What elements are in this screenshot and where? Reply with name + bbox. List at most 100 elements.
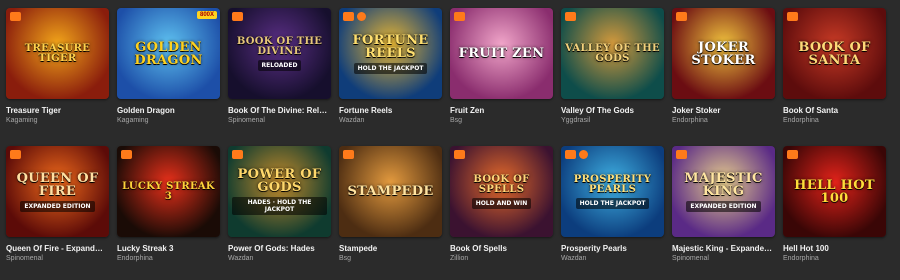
game-thumbnail[interactable]: Book of Santa [783, 8, 886, 99]
game-title[interactable]: Majestic King - Expande… [672, 244, 775, 253]
game-title[interactable]: Golden Dragon [117, 106, 220, 115]
new-badge [565, 150, 576, 159]
game-title[interactable]: Power Of Gods: Hades [228, 244, 331, 253]
game-logo-title: Book of Spells [473, 173, 530, 195]
new-badge [565, 12, 576, 21]
game-card[interactable]: Book of Spells Hold and Win Book Of Spells… [450, 146, 553, 274]
new-badge [232, 150, 243, 159]
game-logo: Stampede [339, 146, 442, 237]
game-title[interactable]: Book Of The Divine: Rel… [228, 106, 331, 115]
game-logo-title: Golden Dragon [134, 39, 203, 68]
game-thumbnail[interactable]: Stampede [339, 146, 442, 237]
game-card[interactable]: Joker Stoker Joker Stoker Endorphina [672, 8, 775, 136]
game-card[interactable]: Fruit Zen Fruit Zen Bsg [450, 8, 553, 136]
game-thumbnail[interactable]: Majestic King Expanded Edition [672, 146, 775, 237]
game-title[interactable]: Joker Stoker [672, 106, 775, 115]
game-logo-title: Majestic King [684, 170, 763, 199]
game-logo-subtitle: Expanded Edition [20, 200, 95, 212]
game-thumbnail[interactable]: Fruit Zen [450, 8, 553, 99]
badge-group [232, 150, 243, 159]
game-logo-title: Valley of the Gods [565, 42, 660, 64]
game-card[interactable]: Power of Gods Hades · Hold the Jackpot Pow… [228, 146, 331, 274]
game-thumbnail[interactable]: Lucky Streak 3 [117, 146, 220, 237]
game-title[interactable]: Book Of Spells [450, 244, 553, 253]
game-card[interactable]: Lucky Streak 3 Lucky Streak 3 Endorphina [117, 146, 220, 274]
game-card[interactable]: Majestic King Expanded Edition Majestic Ki… [672, 146, 775, 274]
game-logo-title: Prosperity Pearls [573, 173, 652, 195]
game-thumbnail[interactable]: Hell Hot 100 [783, 146, 886, 237]
game-title[interactable]: Book Of Santa [783, 106, 886, 115]
game-card[interactable]: Valley of the Gods Valley Of The Gods Yggd… [561, 8, 664, 136]
badge-group [343, 150, 354, 159]
hot-badge-icon [579, 150, 588, 159]
game-logo-title: Lucky Streak 3 [122, 180, 215, 202]
game-card[interactable]: Prosperity Pearls Hold the Jackpot Prosper… [561, 146, 664, 274]
badge-group [676, 150, 687, 159]
game-title[interactable]: Fruit Zen [450, 106, 553, 115]
game-logo: Lucky Streak 3 [117, 146, 220, 237]
game-thumbnail[interactable]: 800X Golden Dragon [117, 8, 220, 99]
game-card[interactable]: Fortune Reels Hold the Jackpot Fortune Ree… [339, 8, 442, 136]
game-logo: Golden Dragon [117, 8, 220, 99]
game-logo: Majestic King Expanded Edition [672, 146, 775, 237]
new-badge [676, 150, 687, 159]
game-title[interactable]: Queen Of Fire - Expand… [6, 244, 109, 253]
game-thumbnail[interactable]: Power of Gods Hades · Hold the Jackpot [228, 146, 331, 237]
game-thumbnail[interactable]: Valley of the Gods [561, 8, 664, 99]
game-logo-title: Power of Gods [237, 167, 322, 195]
game-provider: Bsg [339, 255, 352, 262]
game-logo: Queen of Fire Expanded Edition [6, 146, 109, 237]
game-thumbnail[interactable]: Queen of Fire Expanded Edition [6, 146, 109, 237]
game-card[interactable]: Stampede Stampede Bsg [339, 146, 442, 274]
badge-group [343, 12, 366, 21]
badge-group [232, 12, 243, 21]
game-logo: Hell Hot 100 [783, 146, 886, 237]
game-provider: Endorphina [783, 255, 819, 262]
game-thumbnail[interactable]: Prosperity Pearls Hold the Jackpot [561, 146, 664, 237]
new-badge [676, 12, 687, 21]
game-logo-subtitle: Hades · Hold the Jackpot [232, 197, 327, 215]
game-card[interactable]: Hell Hot 100 Hell Hot 100 Endorphina [783, 146, 886, 274]
game-provider: Endorphina [672, 117, 708, 124]
new-badge [343, 150, 354, 159]
games-grid: Treasure Tiger Treasure Tiger Kagaming 800X… [6, 8, 894, 274]
game-title[interactable]: Prosperity Pearls [561, 244, 664, 253]
game-card[interactable]: 800X Golden Dragon Golden Dragon Kagaming [117, 8, 220, 136]
game-card[interactable]: Queen of Fire Expanded Edition Queen Of Fi… [6, 146, 109, 274]
game-title[interactable]: Stampede [339, 244, 442, 253]
badge-group [565, 12, 576, 21]
new-badge [787, 150, 798, 159]
game-provider: Bsg [450, 117, 463, 124]
game-thumbnail[interactable]: Joker Stoker [672, 8, 775, 99]
hot-badge-icon [357, 12, 366, 21]
game-logo: Power of Gods Hades · Hold the Jackpot [228, 146, 331, 237]
new-badge [10, 150, 21, 159]
game-title[interactable]: Valley Of The Gods [561, 106, 664, 115]
game-thumbnail[interactable]: Book of Spells Hold and Win [450, 146, 553, 237]
game-logo: Book of Santa [783, 8, 886, 99]
game-thumbnail[interactable]: Treasure Tiger [6, 8, 109, 99]
game-thumbnail[interactable]: Book of the Divine Reloaded [228, 8, 331, 99]
new-badge [121, 150, 132, 159]
new-badge [454, 150, 465, 159]
game-thumbnail[interactable]: Fortune Reels Hold the Jackpot [339, 8, 442, 99]
game-title[interactable]: Lucky Streak 3 [117, 244, 220, 253]
game-logo-title: Joker Stoker [691, 39, 756, 68]
badge-group [676, 12, 687, 21]
new-badge [787, 12, 798, 21]
game-title[interactable]: Fortune Reels [339, 106, 442, 115]
game-card[interactable]: Treasure Tiger Treasure Tiger Kagaming [6, 8, 109, 136]
game-title[interactable]: Hell Hot 100 [783, 244, 886, 253]
game-provider: Wazdan [561, 255, 587, 262]
game-provider: Spinomenal [228, 117, 265, 124]
game-logo-title: Book of Santa [798, 39, 871, 68]
new-badge [10, 12, 21, 21]
badge-group [121, 150, 132, 159]
game-card[interactable]: Book of Santa Book Of Santa Endorphina [783, 8, 886, 136]
game-card[interactable]: Book of the Divine Reloaded Book Of The Di… [228, 8, 331, 136]
game-logo-title: Treasure Tiger [24, 42, 91, 64]
game-logo-title: Fortune Reels [352, 32, 429, 61]
game-logo-title: Fruit Zen [458, 46, 545, 61]
game-title[interactable]: Treasure Tiger [6, 106, 109, 115]
game-logo-subtitle: Reloaded [257, 59, 302, 71]
